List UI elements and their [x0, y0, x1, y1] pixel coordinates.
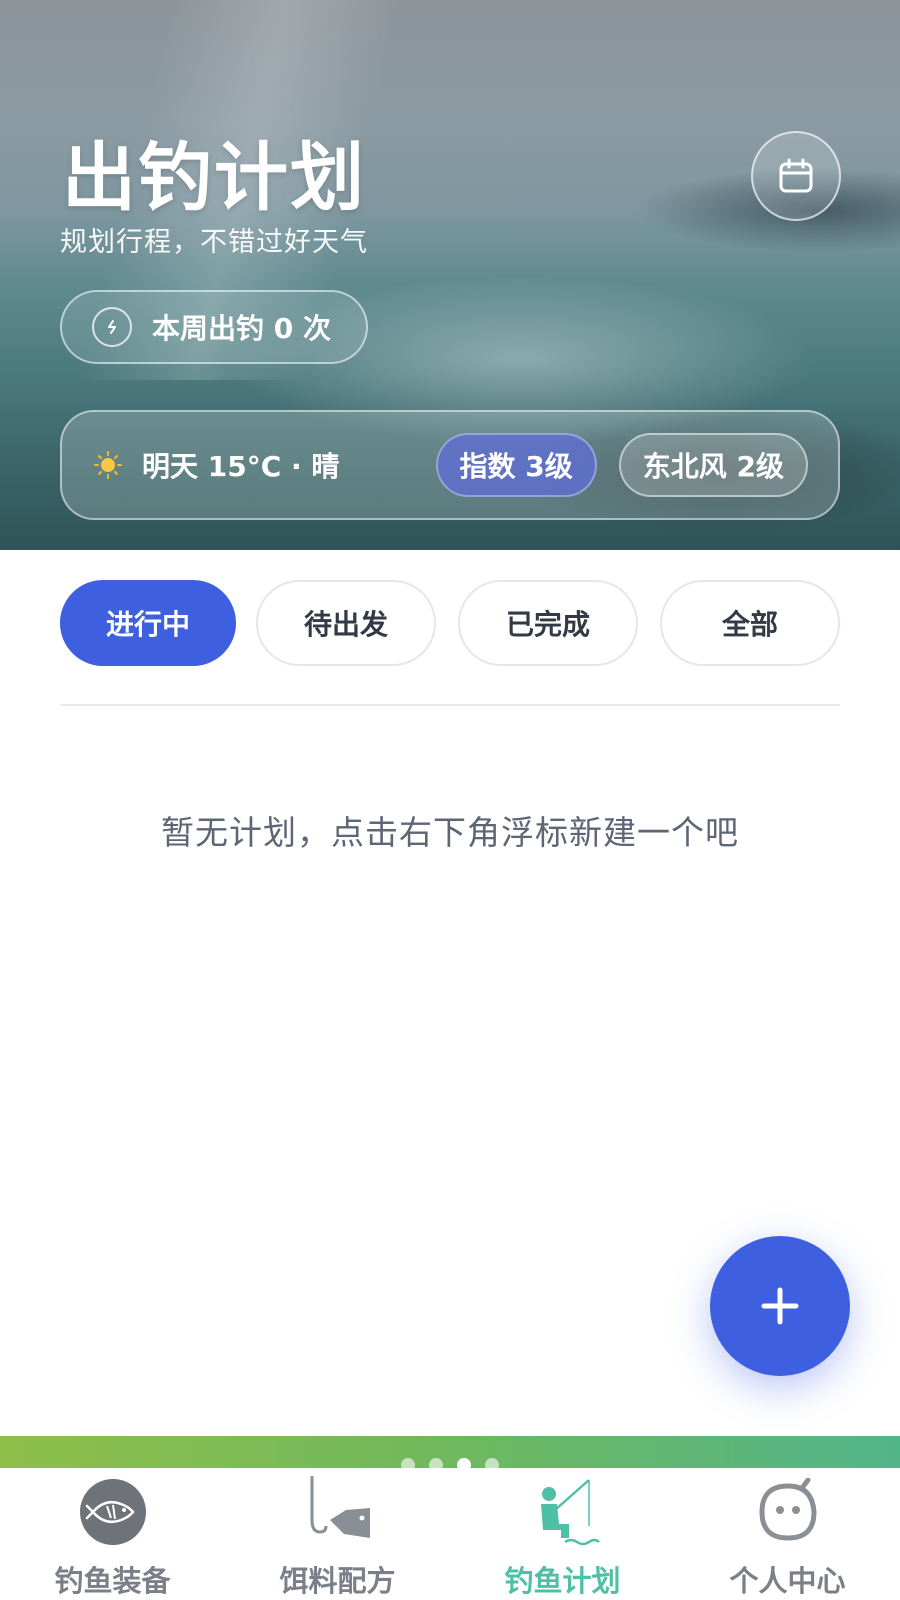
plan-status-tabs: 进行中 待出发 已完成 全部 — [60, 580, 840, 666]
page-subtitle: 规划行程，不错过好天气 — [60, 227, 368, 258]
wind-badge: 东北风 2级 — [618, 433, 808, 497]
nav-item-gear[interactable]: 钓鱼装备 — [0, 1468, 225, 1600]
nav-label: 钓鱼装备 — [54, 1564, 171, 1598]
tab-in-progress[interactable]: 进行中 — [60, 580, 236, 666]
fisherman-icon — [523, 1476, 603, 1548]
nav-item-bait[interactable]: 饵料配方 — [225, 1468, 450, 1600]
bottom-navigation: 钓鱼装备 饵料配方 钓鱼计划 个人中心 — [0, 1468, 900, 1600]
calendar-icon — [779, 158, 813, 193]
empty-state-message: 暂无计划，点击右下角浮标新建一个吧 — [161, 813, 739, 852]
weather-summary: 明天 15°C · 晴 — [142, 450, 340, 483]
hook-bait-icon — [298, 1476, 378, 1548]
calendar-button[interactable] — [751, 131, 841, 221]
tab-all[interactable]: 全部 — [660, 580, 840, 666]
add-plan-button[interactable] — [710, 1236, 850, 1376]
nav-label: 个人中心 — [729, 1564, 846, 1598]
fish-icon — [73, 1476, 153, 1548]
tab-pending[interactable]: 待出发 — [256, 580, 436, 666]
weekly-trip-count-badge: 本周出钓 0 次 — [60, 290, 368, 364]
nav-label: 饵料配方 — [279, 1564, 396, 1598]
sun-icon — [94, 451, 122, 479]
page-title: 出钓计划 — [62, 135, 366, 221]
weather-card: 明天 15°C · 晴 指数 3级 东北风 2级 — [60, 410, 840, 520]
face-icon — [748, 1476, 828, 1548]
nav-item-plan[interactable]: 钓鱼计划 — [450, 1468, 675, 1600]
plus-icon — [761, 1287, 799, 1325]
tab-completed[interactable]: 已完成 — [458, 580, 638, 666]
fishing-index-badge: 指数 3级 — [435, 433, 597, 497]
weekly-trip-count-text: 本周出钓 0 次 — [152, 312, 331, 345]
nav-label: 钓鱼计划 — [504, 1564, 621, 1598]
bolt-icon — [92, 307, 132, 347]
divider — [60, 704, 840, 706]
nav-item-profile[interactable]: 个人中心 — [675, 1468, 900, 1600]
hero-banner: 出钓计划 规划行程，不错过好天气 本周出钓 0 次 明天 15°C · 晴 指数… — [0, 0, 900, 550]
